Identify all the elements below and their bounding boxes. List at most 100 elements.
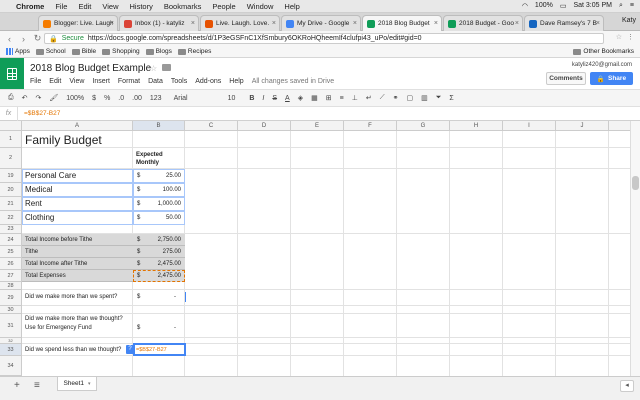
doc-menu-addons[interactable]: Add-ons <box>195 78 221 85</box>
row-header[interactable]: 31 <box>0 314 22 338</box>
select-all-corner[interactable] <box>0 121 22 131</box>
user-email[interactable]: katyliz420@gmail.com <box>572 62 632 68</box>
back-icon[interactable]: ‹ <box>5 34 14 44</box>
doc-menu-edit[interactable]: Edit <box>49 78 61 85</box>
doc-menu-help[interactable]: Help <box>229 78 243 85</box>
vertical-align-icon[interactable]: ⊥ <box>352 94 358 102</box>
tab-live-laugh[interactable]: Live. Laugh. Love. × <box>200 15 280 31</box>
row-header[interactable]: 25 <box>0 246 22 258</box>
row-header[interactable]: 22 <box>0 211 22 225</box>
text-wrap-icon[interactable]: ↵ <box>366 94 372 102</box>
menu-help[interactable]: Help <box>284 2 299 11</box>
vertical-scrollbar[interactable] <box>630 121 640 376</box>
more-formats-button[interactable]: 123 <box>150 95 162 102</box>
reload-icon[interactable]: ↻ <box>33 33 42 44</box>
increase-decimal-button[interactable]: .00 <box>132 95 142 102</box>
column-header-c[interactable]: C <box>185 121 238 131</box>
column-header-j[interactable]: J <box>556 121 609 131</box>
menu-chrome[interactable]: Chrome <box>16 2 44 11</box>
filter-icon[interactable]: ⏷ <box>436 94 442 102</box>
paint-format-icon[interactable]: 🖌 <box>49 94 58 102</box>
sheet-tab-sheet1[interactable]: Sheet1 ▾ <box>57 377 97 391</box>
star-icon[interactable]: ☆ <box>150 64 157 73</box>
menu-history[interactable]: History <box>130 2 153 11</box>
tab-2018-budget[interactable]: 2018 Budget - Goo × <box>443 15 523 31</box>
sheet-title-cell[interactable]: Family Budget <box>25 133 102 147</box>
row-header[interactable]: 20 <box>0 183 22 197</box>
column-header-k[interactable]: K <box>609 121 630 131</box>
question-sublabel[interactable]: Use for Emergency Fund <box>25 325 92 331</box>
row-header[interactable]: 23 <box>0 225 22 234</box>
amount-value[interactable]: 100.00 <box>140 187 181 193</box>
share-button[interactable]: 🔒 Share <box>590 72 633 85</box>
doc-menu-file[interactable]: File <box>30 78 41 85</box>
text-color-button[interactable]: A <box>285 95 290 102</box>
search-icon[interactable]: ⌕ <box>619 2 623 10</box>
column-header-a[interactable]: A <box>22 121 133 131</box>
category-label[interactable]: Clothing <box>25 213 54 222</box>
amount-value[interactable]: 25.00 <box>140 173 181 179</box>
column-header-f[interactable]: F <box>344 121 397 131</box>
amount-value[interactable]: - <box>140 325 176 331</box>
amount-value[interactable]: 1,000.00 <box>140 201 181 207</box>
decrease-decimal-button[interactable]: .0 <box>118 95 124 102</box>
close-icon[interactable]: × <box>353 20 357 27</box>
text-rotation-icon[interactable]: ⟋ <box>380 94 385 102</box>
undo-icon[interactable]: ↶ <box>22 94 28 102</box>
row-header[interactable]: 26 <box>0 258 22 270</box>
sheets-logo-icon[interactable] <box>0 58 24 89</box>
row-header[interactable]: 24 <box>0 234 22 246</box>
other-bookmarks[interactable]: Other Bookmarks <box>573 48 634 55</box>
print-icon[interactable]: ⎙ <box>8 94 14 102</box>
question-label[interactable]: Did we spend less than we thought? <box>25 347 121 353</box>
tab-dave-ramsey[interactable]: Dave Ramsey's 7 B × <box>524 15 604 31</box>
tab-my-drive[interactable]: My Drive - Google × <box>281 15 361 31</box>
column-header-i[interactable]: I <box>503 121 556 131</box>
total-label[interactable]: Total Income before Tithe <box>25 237 92 243</box>
font-select[interactable]: Arial <box>174 95 214 102</box>
amount-value[interactable]: - <box>140 294 176 300</box>
bookmark-bible[interactable]: Bible <box>71 48 96 55</box>
clock[interactable]: Sat 3:05 PM <box>573 2 612 10</box>
column-header-b[interactable]: B <box>133 121 185 131</box>
redo-icon[interactable]: ↷ <box>35 94 41 102</box>
folder-icon[interactable] <box>162 64 171 71</box>
save-status[interactable]: All changes saved in Drive <box>252 78 335 85</box>
battery-percent[interactable]: 100% <box>535 2 553 10</box>
link-icon[interactable]: ⚭ <box>393 94 399 102</box>
percent-format-button[interactable]: % <box>104 95 110 102</box>
active-cell-formula[interactable]: =$B$27-B27 <box>136 347 167 353</box>
row-header[interactable]: 30 <box>0 306 22 314</box>
amount-value[interactable]: 2,475.00 <box>140 273 181 279</box>
chevron-down-icon[interactable]: ▾ <box>88 381 91 387</box>
menu-bookmarks[interactable]: Bookmarks <box>164 2 202 11</box>
font-size-select[interactable]: 10 <box>228 95 236 102</box>
question-label[interactable]: Did we make more than we thought? <box>25 316 123 322</box>
doc-menu-tools[interactable]: Tools <box>171 78 187 85</box>
bookmark-school[interactable]: School <box>35 48 66 55</box>
functions-icon[interactable]: Σ <box>449 95 453 102</box>
row-header[interactable]: 34 <box>0 356 22 376</box>
align-left-icon[interactable]: ≡ <box>340 95 344 102</box>
menu-people[interactable]: People <box>212 2 235 11</box>
doc-menu-insert[interactable]: Insert <box>92 78 110 85</box>
explore-icon[interactable]: ◂ <box>620 380 634 392</box>
fill-color-icon[interactable]: ◈ <box>298 94 303 102</box>
tab-blog-budget[interactable]: 2018 Blog Budget × <box>362 15 442 31</box>
star-icon[interactable]: ☆ <box>616 33 622 41</box>
battery-icon[interactable]: ▭ <box>560 2 567 10</box>
doc-menu-view[interactable]: View <box>69 78 84 85</box>
row-header[interactable]: 21 <box>0 197 22 211</box>
italic-button[interactable]: I <box>262 95 264 102</box>
row-header[interactable]: 29 <box>0 290 22 306</box>
tab-inbox[interactable]: Inbox (1) - katyliz × <box>119 15 199 31</box>
wifi-icon[interactable]: ◠ <box>522 2 528 10</box>
row-header[interactable]: 1 <box>0 131 22 148</box>
category-label[interactable]: Personal Care <box>25 171 76 180</box>
menu-file[interactable]: File <box>55 2 67 11</box>
column-header-h[interactable]: H <box>450 121 503 131</box>
menu-edit[interactable]: Edit <box>78 2 91 11</box>
doc-menu-format[interactable]: Format <box>118 78 140 85</box>
column-header-e[interactable]: E <box>291 121 344 131</box>
comments-button[interactable]: Comments <box>546 72 586 85</box>
